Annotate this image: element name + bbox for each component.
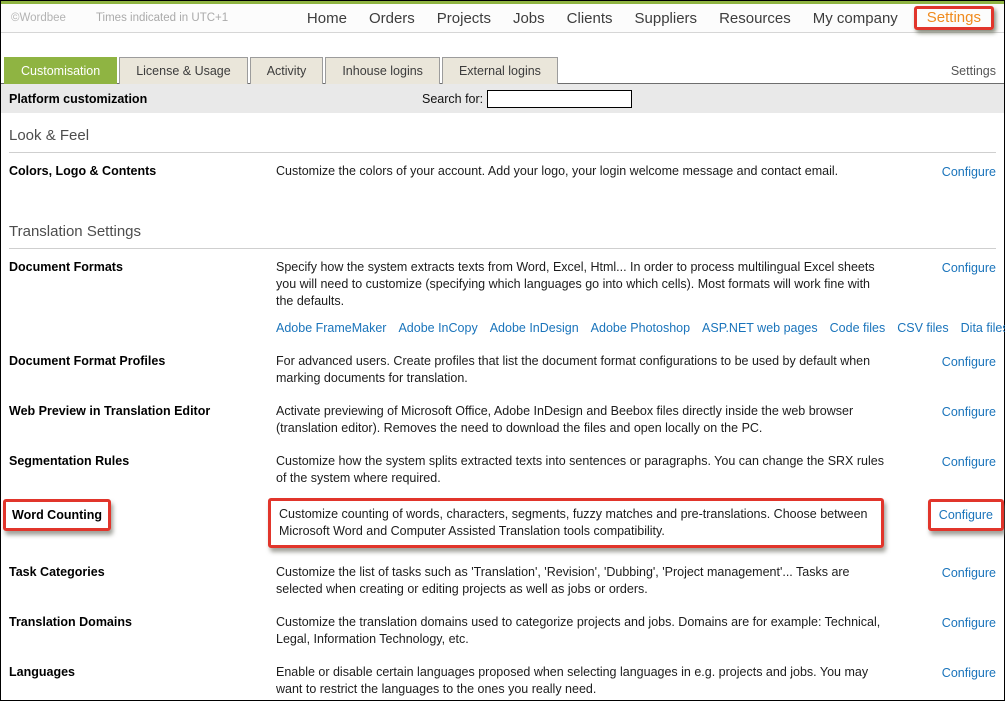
nav-item-resources[interactable]: Resources	[708, 8, 802, 29]
tab-external-logins[interactable]: External logins	[442, 57, 558, 84]
format-link-adobe-framemaker[interactable]: Adobe FrameMaker	[276, 321, 386, 335]
row-document-formats: Document Formats Specify how the system …	[9, 249, 996, 343]
format-link-adobe-indesign[interactable]: Adobe InDesign	[490, 321, 579, 335]
row-description: Customize the colors of your account. Ad…	[276, 163, 884, 180]
settings-highlight-box: Settings	[914, 6, 994, 30]
row-web-preview-translation-editor: Web Preview in Translation Editor Activa…	[9, 393, 996, 443]
nav-item-home[interactable]: Home	[296, 8, 358, 29]
wordbee-brand: ©Wordbee	[11, 12, 66, 24]
tab-inhouse-logins[interactable]: Inhouse logins	[325, 57, 440, 84]
configure-link[interactable]: Configure	[942, 261, 996, 275]
row-translation-domains: Translation Domains Customize the transl…	[9, 604, 996, 654]
nav-item-suppliers[interactable]: Suppliers	[624, 8, 709, 29]
section-translation-settings: Translation Settings Document Formats Sp…	[9, 209, 996, 704]
configure-link[interactable]: Configure	[942, 355, 996, 369]
section-title: Translation Settings	[9, 209, 996, 249]
nav-item-settings[interactable]: Settings	[921, 8, 987, 27]
format-link-code-files[interactable]: Code files	[830, 321, 886, 335]
row-description: Customize how the system splits extracte…	[276, 453, 884, 487]
row-description: Customize counting of words, characters,…	[279, 506, 873, 540]
row-description: For advanced users. Create profiles that…	[276, 353, 884, 387]
row-segmentation-rules: Segmentation Rules Customize how the sys…	[9, 443, 996, 493]
search-input[interactable]	[487, 90, 632, 108]
format-link-adobe-incopy[interactable]: Adobe InCopy	[398, 321, 477, 335]
main-nav: HomeOrdersProjectsJobsClientsSuppliersRe…	[296, 6, 994, 30]
settings-page: { "colors": { "accent_green": "#8fb442",…	[0, 0, 1005, 701]
word-counting-highlight-box: Word Counting	[3, 499, 111, 531]
word-counting-description-highlight-box: Customize counting of words, characters,…	[268, 498, 884, 548]
row-word-counting: Word Counting Customize counting of word…	[9, 493, 996, 554]
row-label: Document Format Profiles	[9, 353, 276, 370]
nav-item-clients[interactable]: Clients	[556, 8, 624, 29]
format-link-asp-net-web-pages[interactable]: ASP.NET web pages	[702, 321, 818, 335]
tab-customisation[interactable]: Customisation	[4, 57, 117, 84]
tab-license-usage[interactable]: License & Usage	[119, 57, 248, 84]
format-link-dita-files[interactable]: Dita files	[961, 321, 1005, 335]
row-label: Task Categories	[9, 564, 276, 581]
page-title: Platform customization	[9, 92, 147, 106]
tabs-container: CustomisationLicense & UsageActivityInho…	[4, 57, 560, 84]
configure-link[interactable]: Configure	[942, 165, 996, 179]
configure-link[interactable]: Configure	[942, 566, 996, 580]
row-label: Web Preview in Translation Editor	[9, 403, 276, 420]
nav-item-orders[interactable]: Orders	[358, 8, 426, 29]
row-label: Word Counting	[12, 508, 102, 522]
search-group: Search for:	[422, 90, 632, 108]
row-label: Languages	[9, 664, 276, 681]
nav-item-my-company[interactable]: My company	[802, 8, 909, 29]
tab-activity[interactable]: Activity	[250, 57, 324, 84]
configure-link[interactable]: Configure	[942, 616, 996, 630]
row-task-categories: Task Categories Customize the list of ta…	[9, 554, 996, 604]
section-title: Look & Feel	[9, 113, 996, 153]
configure-link[interactable]: Configure	[939, 508, 993, 522]
settings-tab-strip: CustomisationLicense & UsageActivityInho…	[1, 57, 1004, 84]
row-label: Segmentation Rules	[9, 453, 276, 470]
configure-link[interactable]: Configure	[942, 405, 996, 419]
search-label: Search for:	[422, 92, 483, 106]
settings-list: Look & Feel Colors, Logo & Contents Cust…	[1, 113, 1004, 704]
row-description: Activate previewing of Microsoft Office,…	[276, 403, 884, 437]
row-description: Customize the translation domains used t…	[276, 614, 884, 648]
row-languages: Languages Enable or disable certain lang…	[9, 654, 996, 704]
timezone-note: Times indicated in UTC+1	[96, 12, 228, 24]
row-description: Specify how the system extracts texts fr…	[276, 259, 884, 310]
row-colors-logo-contents: Colors, Logo & Contents Customize the co…	[9, 153, 996, 187]
row-description: Enable or disable certain languages prop…	[276, 664, 884, 698]
row-label: Translation Domains	[9, 614, 276, 631]
platform-customization-header: Platform customization Search for:	[1, 84, 1004, 113]
nav-item-jobs[interactable]: Jobs	[502, 8, 556, 29]
document-format-links: Adobe FrameMaker Adobe InCopy Adobe InDesi…	[276, 320, 884, 337]
configure-link[interactable]: Configure	[942, 455, 996, 469]
row-document-format-profiles: Document Format Profiles For advanced us…	[9, 343, 996, 393]
row-label: Colors, Logo & Contents	[9, 163, 276, 180]
format-link-adobe-photoshop[interactable]: Adobe Photoshop	[591, 321, 690, 335]
format-link-csv-files[interactable]: CSV files	[897, 321, 948, 335]
row-label: Document Formats	[9, 259, 276, 276]
configure-link[interactable]: Configure	[942, 666, 996, 680]
row-description: Customize the list of tasks such as 'Tra…	[276, 564, 884, 598]
word-counting-configure-highlight-box: Configure	[928, 499, 1004, 531]
settings-breadcrumb: Settings	[951, 64, 996, 78]
section-look-and-feel: Look & Feel Colors, Logo & Contents Cust…	[9, 113, 996, 187]
nav-item-projects[interactable]: Projects	[426, 8, 502, 29]
top-bar: ©Wordbee Times indicated in UTC+1 HomeOr…	[1, 4, 1004, 33]
